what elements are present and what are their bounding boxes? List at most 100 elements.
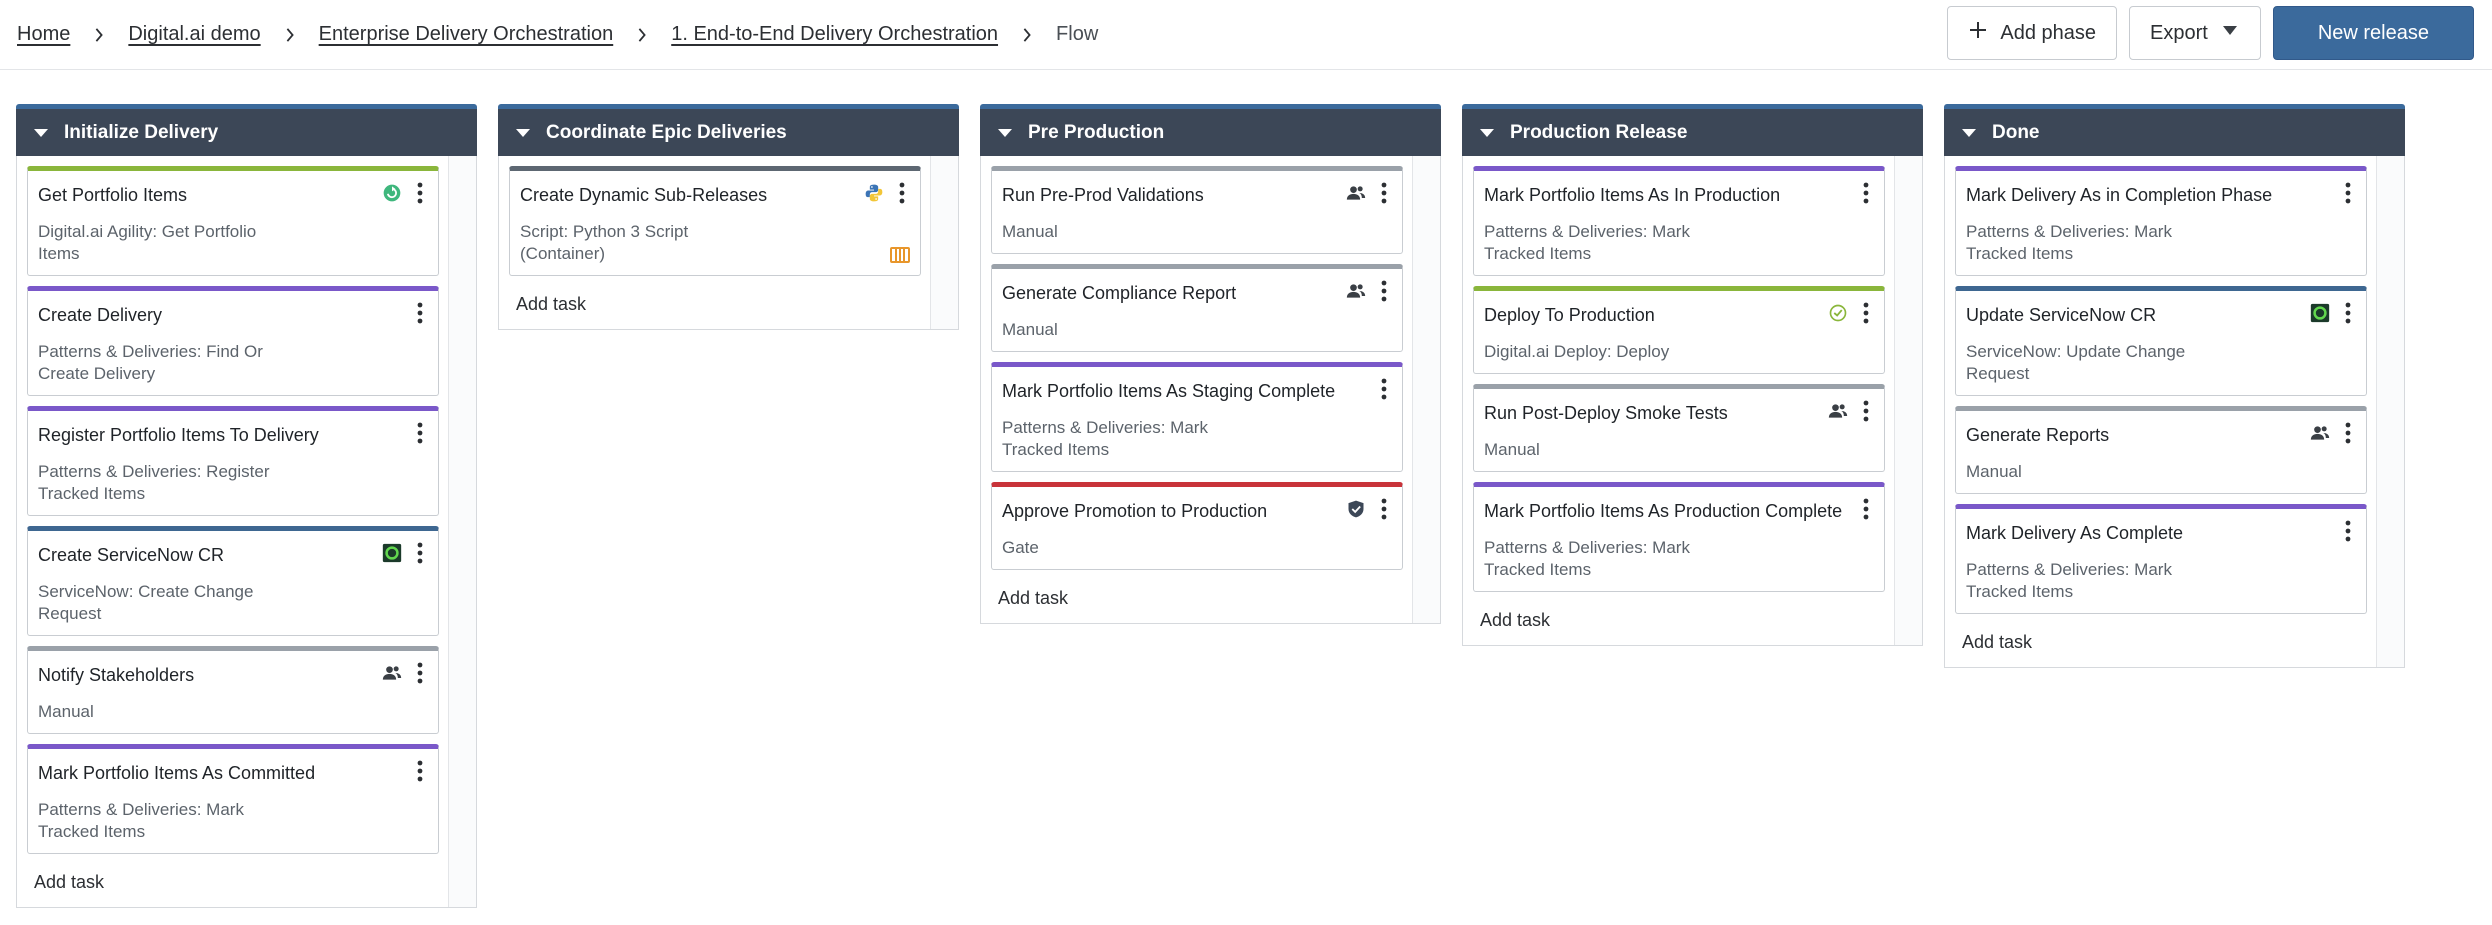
phase-scrollbar[interactable] [1412, 156, 1440, 623]
task-tools [2338, 181, 2358, 205]
task-type: Gate [1002, 538, 1039, 557]
kebab-menu-icon[interactable] [410, 661, 430, 685]
breadcrumb-subfolder[interactable]: Enterprise Delivery Orchestration [319, 23, 614, 46]
breadcrumb-folder[interactable]: Digital.ai demo [128, 23, 260, 46]
task-card[interactable]: Run Pre-Prod Validations Manual [991, 166, 1403, 254]
phase-scrollbar[interactable] [930, 156, 958, 329]
task-title: Mark Portfolio Items As Staging Complete [1002, 381, 1336, 401]
phase-header[interactable]: Coordinate Epic Deliveries [498, 104, 959, 156]
task-card[interactable]: Generate Compliance Report Manual [991, 264, 1403, 352]
task-card[interactable]: Mark Delivery As in Completion Phase Patt… [1955, 166, 2367, 276]
task-title: Get Portfolio Items [38, 185, 188, 205]
task-title: Mark Portfolio Items As Committed [38, 763, 316, 783]
task-card[interactable]: Notify Stakeholders Manual [27, 646, 439, 734]
task-tools [1828, 399, 1876, 423]
phase-header[interactable]: Pre Production [980, 104, 1441, 156]
kebab-menu-icon[interactable] [2338, 421, 2358, 445]
phase-column: Done Mark Delivery As in Completion Phase… [1944, 104, 2405, 908]
export-button[interactable]: Export [2129, 6, 2261, 60]
task-card[interactable]: Create Delivery Patterns & Deliveries: Fi… [27, 286, 439, 396]
task-card[interactable]: Create ServiceNow CR ServiceNow: Create C… [27, 526, 439, 636]
collapse-caret-icon[interactable] [996, 124, 1014, 142]
add-phase-button[interactable]: Add phase [1947, 6, 2118, 60]
phase-scrollbar[interactable] [1894, 156, 1922, 645]
users-icon [1346, 281, 1366, 301]
kebab-menu-icon[interactable] [1856, 181, 1876, 205]
task-card[interactable]: Register Portfolio Items To Delivery Patt… [27, 406, 439, 516]
task-type: Patterns & Deliveries: Find Or Create De… [38, 342, 263, 383]
toolbar-actions: Add phase Export New release [1947, 6, 2474, 60]
new-release-button[interactable]: New release [2272, 6, 2474, 60]
collapse-caret-icon[interactable] [1960, 124, 1978, 142]
kebab-menu-icon[interactable] [1374, 497, 1394, 521]
task-tools [1346, 181, 1394, 205]
kebab-menu-icon[interactable] [2338, 519, 2358, 543]
task-tools [1346, 497, 1394, 521]
agility-icon [382, 183, 402, 203]
kebab-menu-icon[interactable] [1856, 497, 1876, 521]
kebab-menu-icon[interactable] [1856, 399, 1876, 423]
add-task-button[interactable]: Add task [1473, 602, 1922, 645]
task-card[interactable]: Deploy To Production Digital.ai Deploy: D… [1473, 286, 1885, 374]
caret-down-icon [2220, 20, 2240, 46]
task-card[interactable]: Mark Portfolio Items As Production Compl… [1473, 482, 1885, 592]
top-bar: Home Digital.ai demo Enterprise Delivery… [0, 0, 2492, 70]
task-title: Run Pre-Prod Validations [1002, 185, 1204, 205]
users-icon [1346, 183, 1366, 203]
phase-column: Coordinate Epic Deliveries Create Dynamic… [498, 104, 959, 908]
phase-board: Initialize Delivery Get Portfolio Items Di… [16, 104, 2405, 908]
task-card[interactable]: Mark Portfolio Items As Staging Complete… [991, 362, 1403, 472]
kebab-menu-icon[interactable] [2338, 301, 2358, 325]
add-task-button[interactable]: Add task [1955, 624, 2404, 667]
phase-header[interactable]: Done [1944, 104, 2405, 156]
kebab-menu-icon[interactable] [410, 541, 430, 565]
kebab-menu-icon[interactable] [410, 301, 430, 325]
task-card[interactable]: Mark Portfolio Items As In Production Pat… [1473, 166, 1885, 276]
phase-title: Initialize Delivery [64, 121, 219, 143]
kebab-menu-icon[interactable] [2338, 181, 2358, 205]
phase-header[interactable]: Initialize Delivery [16, 104, 477, 156]
add-task-button[interactable]: Add task [991, 580, 1440, 623]
task-card[interactable]: Mark Delivery As Complete Patterns & Deli… [1955, 504, 2367, 614]
servicenow-icon [2310, 303, 2330, 323]
phase-header[interactable]: Production Release [1462, 104, 1923, 156]
kebab-menu-icon[interactable] [1374, 377, 1394, 401]
task-card[interactable]: Create Dynamic Sub-Releases Script: Pytho… [509, 166, 921, 276]
kebab-menu-icon[interactable] [410, 421, 430, 445]
servicenow-icon [382, 543, 402, 563]
task-type: Manual [1966, 462, 2022, 481]
phase-scrollbar[interactable] [2376, 156, 2404, 667]
container-icon [890, 245, 910, 265]
task-type: Patterns & Deliveries: Mark Tracked Item… [1966, 560, 2172, 601]
add-task-button[interactable]: Add task [27, 864, 476, 907]
task-card[interactable]: Get Portfolio Items Digital.ai Agility: G… [27, 166, 439, 276]
task-card[interactable]: Run Post-Deploy Smoke Tests Manual [1473, 384, 1885, 472]
kebab-menu-icon[interactable] [1374, 279, 1394, 303]
task-tools [382, 541, 430, 565]
task-title: Deploy To Production [1484, 305, 1655, 325]
breadcrumb-home[interactable]: Home [17, 23, 70, 46]
kebab-menu-icon[interactable] [892, 181, 912, 205]
collapse-caret-icon[interactable] [32, 124, 50, 142]
users-icon [2310, 423, 2330, 443]
task-type: Patterns & Deliveries: Mark Tracked Item… [38, 800, 244, 841]
task-card[interactable]: Approve Promotion to Production Gate [991, 482, 1403, 570]
task-card[interactable]: Generate Reports Manual [1955, 406, 2367, 494]
collapse-caret-icon[interactable] [1478, 124, 1496, 142]
breadcrumb-release[interactable]: 1. End-to-End Delivery Orchestration [671, 23, 998, 46]
collapse-caret-icon[interactable] [514, 124, 532, 142]
chevron-right-icon [70, 27, 128, 42]
task-type: ServiceNow: Create Change Request [38, 582, 254, 623]
task-title: Generate Compliance Report [1002, 283, 1237, 303]
kebab-menu-icon[interactable] [1374, 181, 1394, 205]
task-card[interactable]: Update ServiceNow CR ServiceNow: Update C… [1955, 286, 2367, 396]
task-tools [410, 301, 430, 325]
task-card[interactable]: Mark Portfolio Items As Committed Pattern… [27, 744, 439, 854]
kebab-menu-icon[interactable] [1856, 301, 1876, 325]
task-type: Manual [1002, 222, 1058, 241]
kebab-menu-icon[interactable] [410, 759, 430, 783]
add-task-button[interactable]: Add task [509, 286, 958, 329]
task-title: Mark Portfolio Items As In Production [1484, 185, 1781, 205]
phase-scrollbar[interactable] [448, 156, 476, 907]
kebab-menu-icon[interactable] [410, 181, 430, 205]
